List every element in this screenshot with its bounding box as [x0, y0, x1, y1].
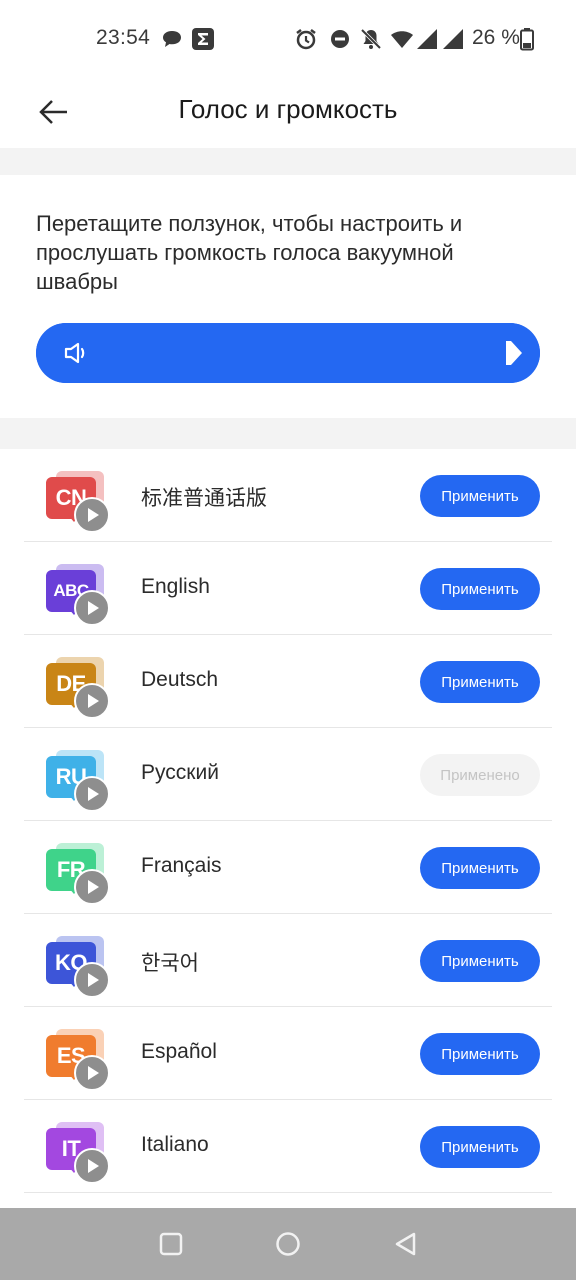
language-name: English: [141, 575, 210, 598]
section-divider: [0, 418, 576, 449]
signal-icon: [443, 29, 463, 49]
play-icon[interactable]: [74, 683, 110, 719]
language-name: 한국어: [141, 952, 199, 975]
voice-item: KO 한국어 Применить: [24, 914, 552, 1007]
play-icon[interactable]: [74, 1148, 110, 1184]
volume-description: Перетащите ползунок, чтобы настроить и п…: [36, 211, 463, 294]
play-icon[interactable]: [74, 590, 110, 626]
play-icon[interactable]: [74, 962, 110, 998]
voice-item: RU Русский Применено: [24, 728, 552, 821]
apply-button[interactable]: Применить: [420, 1126, 540, 1168]
volume-slider-fill: [36, 323, 540, 383]
applied-button: Применено: [420, 754, 540, 796]
language-voice-icon[interactable]: ABC: [46, 562, 112, 628]
navigation-bar: [0, 1208, 576, 1280]
language-name: Français: [141, 854, 222, 877]
apply-button[interactable]: Применить: [420, 1033, 540, 1075]
signal-icon: [417, 29, 437, 49]
volume-section: Перетащите ползунок, чтобы настроить и п…: [0, 175, 576, 418]
battery-percent: 26 %: [472, 26, 520, 49]
page-title: Голос и громкость: [178, 94, 398, 124]
battery-icon: [520, 28, 534, 51]
language-voice-icon[interactable]: ES: [46, 1027, 112, 1093]
language-voice-icon[interactable]: FR: [46, 841, 112, 907]
language-name: Deutsch: [141, 668, 219, 691]
apply-button[interactable]: Применить: [420, 568, 540, 610]
language-voice-icon[interactable]: RU: [46, 748, 112, 814]
language-voice-icon[interactable]: CN: [46, 469, 112, 535]
voice-item: ABC English Применить: [24, 542, 552, 635]
language-name: Русский: [141, 761, 219, 784]
language-voice-icon[interactable]: IT: [46, 1120, 112, 1186]
apply-button[interactable]: Применить: [420, 847, 540, 889]
voice-item: FR Français Применить: [24, 821, 552, 914]
apply-button[interactable]: Применить: [420, 661, 540, 703]
voice-item: CN 标准普通话版 Применить: [24, 449, 552, 542]
play-icon[interactable]: [74, 1055, 110, 1091]
app-header: Голос и громкость: [0, 76, 576, 148]
language-voice-icon[interactable]: DE: [46, 655, 112, 721]
apply-button[interactable]: Применить: [420, 940, 540, 982]
play-icon[interactable]: [74, 869, 110, 905]
apply-button[interactable]: Применить: [420, 475, 540, 517]
volume-slider[interactable]: [36, 323, 540, 383]
language-name: Italiano: [141, 1133, 209, 1156]
language-name: Español: [141, 1040, 217, 1063]
do-not-disturb-icon: [331, 30, 349, 48]
language-voice-icon[interactable]: KO: [46, 934, 112, 1000]
wifi-icon: [391, 31, 413, 48]
voice-item: DE Deutsch Применить: [24, 635, 552, 728]
home-icon[interactable]: [274, 1230, 302, 1258]
section-divider: [0, 148, 576, 175]
alarm-icon: [296, 29, 316, 50]
chat-bubble-icon: [163, 31, 181, 47]
voice-list: CN 标准普通话版 Применить ABC English Применит…: [0, 449, 576, 1208]
back-triangle-icon[interactable]: [392, 1230, 420, 1258]
voice-item: IT Italiano Применить: [24, 1100, 552, 1193]
notifications-off-icon: [360, 28, 382, 50]
voice-item: ES Español Применить: [24, 1007, 552, 1100]
recent-apps-icon[interactable]: [157, 1230, 185, 1258]
status-time: 23:54: [96, 26, 151, 49]
speaker-icon: [64, 342, 85, 364]
status-bar: 23:54 26 %: [0, 0, 576, 76]
play-icon[interactable]: [74, 497, 110, 533]
sigma-app-icon: [192, 28, 214, 50]
language-name: 标准普通话版: [141, 487, 267, 510]
play-icon[interactable]: [74, 776, 110, 812]
slider-handle[interactable]: [504, 340, 524, 366]
